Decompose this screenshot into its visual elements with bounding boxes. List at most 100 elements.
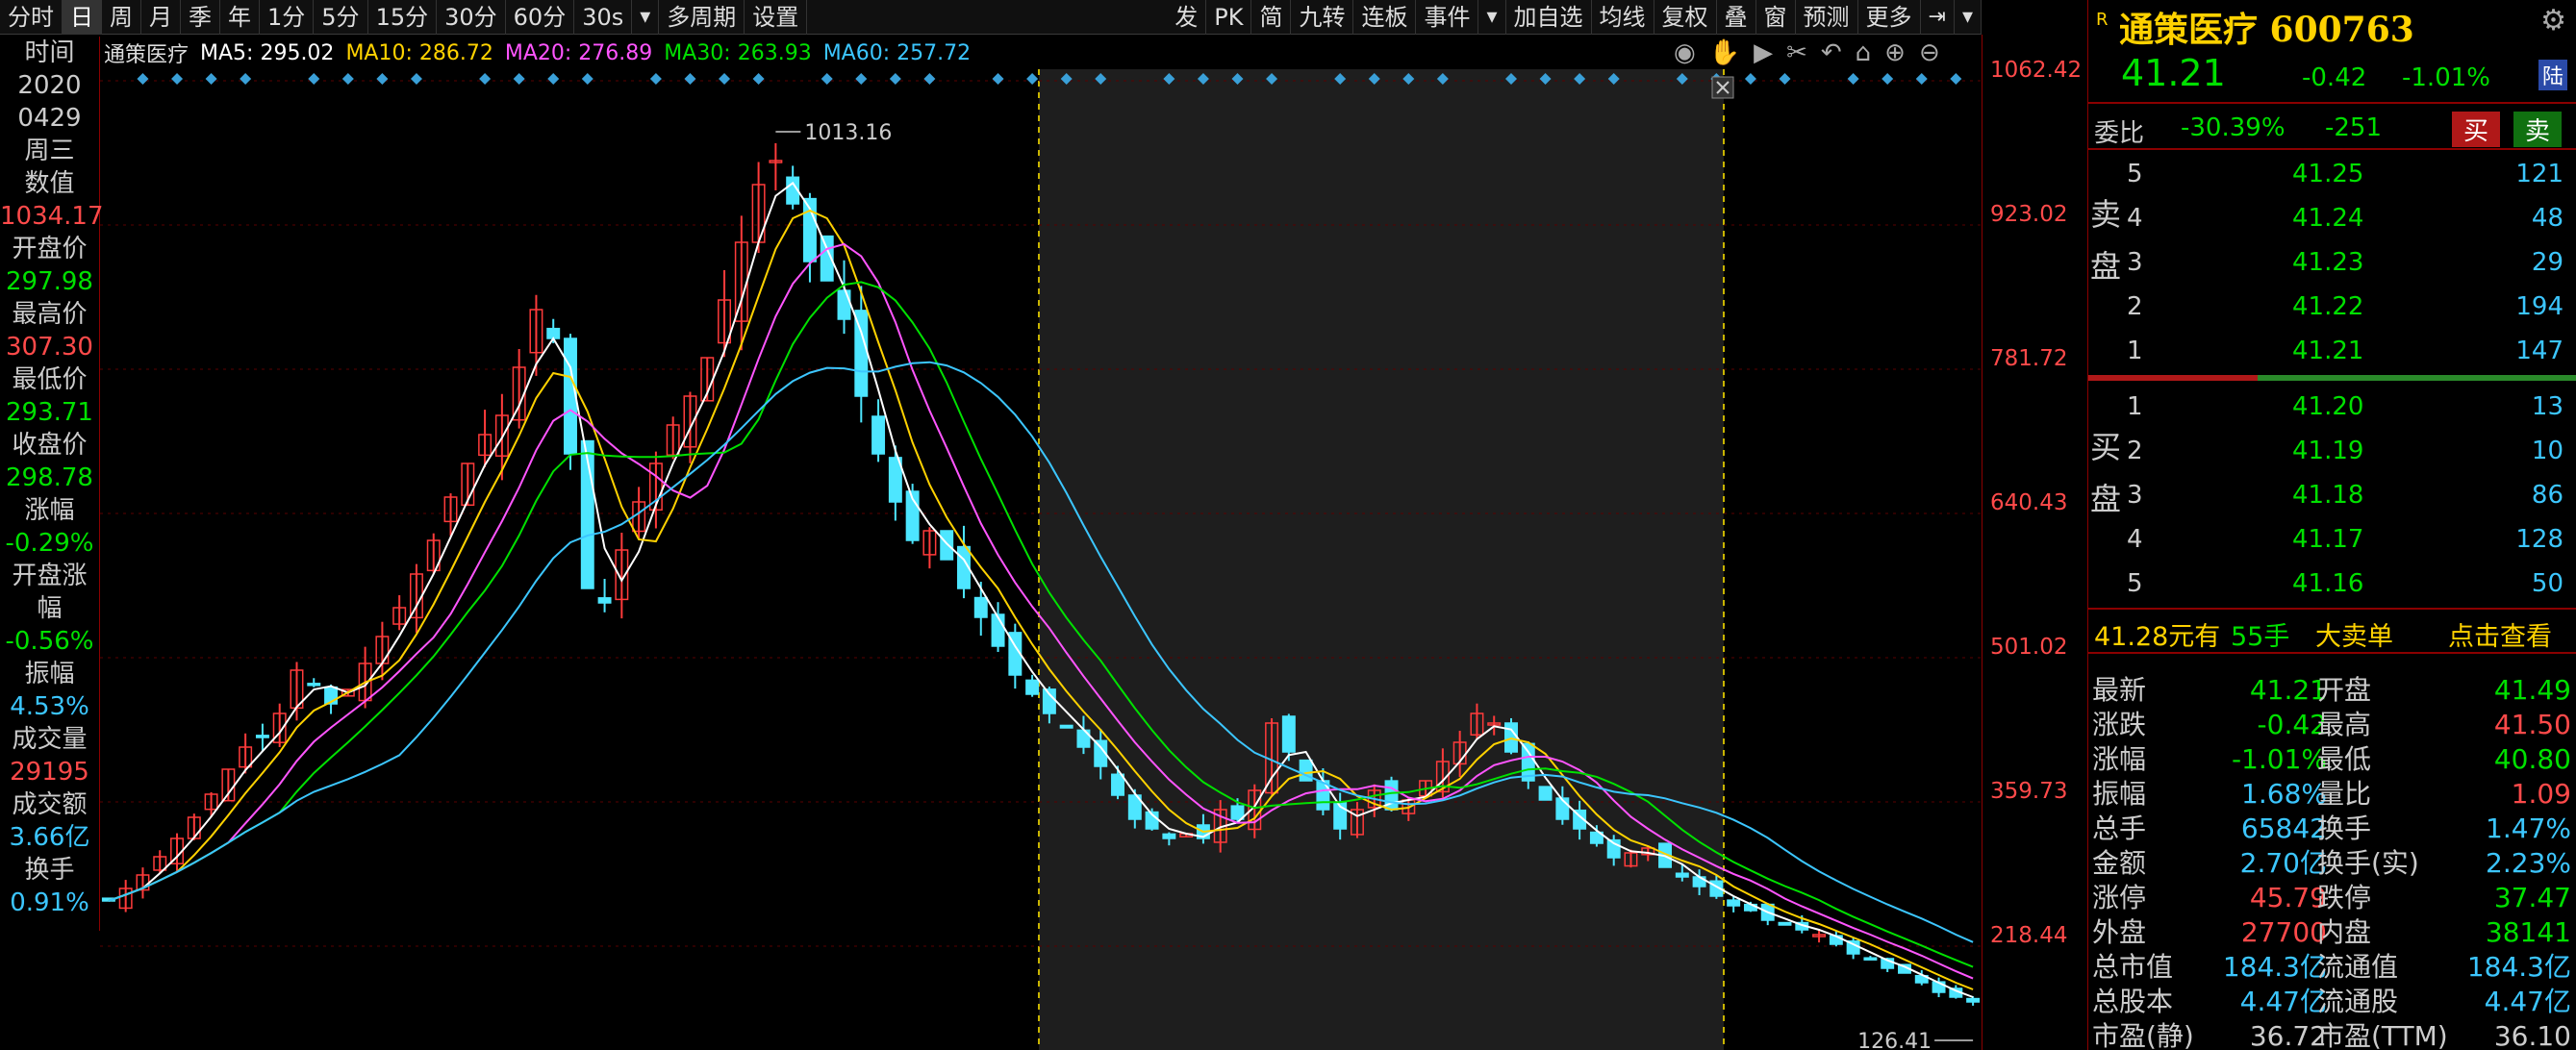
- event-diamond-icon: [547, 73, 560, 85]
- level-price: 41.25: [2292, 160, 2364, 188]
- candle-body: [1059, 724, 1073, 729]
- ask-row[interactable]: 1 41.21 147: [2127, 327, 2576, 375]
- quote-panel: R 通策医疗 600763 ⚙ 41.21 -0.42 -1.01% 陆 委比 …: [2087, 0, 2576, 1050]
- y-tick-label: 501.02: [1990, 635, 2068, 660]
- toolbar-item[interactable]: 事件: [1416, 0, 1479, 35]
- stat-label: 流通值: [2317, 951, 2399, 983]
- level-number: 1: [2127, 392, 2143, 421]
- stats-row: 总手 65842 换手 1.47%: [2088, 812, 2576, 846]
- toolbar-item[interactable]: 叠: [1717, 0, 1756, 35]
- ma20-label: MA20: 276.89: [504, 40, 653, 65]
- eye-icon[interactable]: ◉: [1674, 38, 1696, 67]
- period-tab[interactable]: 日: [63, 0, 102, 35]
- event-diamond-icon: [240, 73, 252, 85]
- event-diamond-icon: [171, 73, 184, 85]
- period-tab[interactable]: 年: [220, 0, 260, 35]
- toolbar-item[interactable]: 简: [1251, 0, 1292, 35]
- period-tab[interactable]: 15分: [368, 0, 438, 35]
- lock-icon[interactable]: ⌂: [1856, 38, 1872, 67]
- candle-body: [1727, 899, 1741, 907]
- stats-row: 涨幅 -1.01% 最低 40.80: [2088, 742, 2576, 777]
- stat-value: 2.70亿: [2239, 847, 2327, 879]
- toolbar-item[interactable]: 更多: [1858, 0, 1921, 35]
- level-volume: 10: [2531, 437, 2563, 465]
- toolbar-item[interactable]: 预测: [1796, 0, 1858, 35]
- sell-button[interactable]: 卖: [2513, 112, 2563, 147]
- stats-row: 总市值 184.3亿 流通值 184.3亿: [2088, 950, 2576, 985]
- chevron-down-icon[interactable]: ▾: [1478, 0, 1506, 35]
- info-label: 开盘价: [12, 235, 88, 263]
- period-tab[interactable]: 30分: [437, 0, 506, 35]
- undo-icon[interactable]: ↶: [1821, 38, 1842, 67]
- bid-row[interactable]: 1 41.20 13: [2127, 383, 2576, 431]
- stat-label: 量比: [2317, 778, 2372, 810]
- ask-row[interactable]: 2 41.22 194: [2127, 283, 2576, 331]
- level-volume: 86: [2531, 481, 2563, 510]
- candle-body: [1111, 773, 1124, 796]
- level-volume: 147: [2515, 337, 2563, 365]
- zoom-out-icon[interactable]: ⊖: [1919, 38, 1940, 67]
- ma10-label: MA10: 286.72: [345, 40, 493, 65]
- toolbar-item[interactable]: 均线: [1592, 0, 1654, 35]
- bid-row[interactable]: 5 41.16 50: [2127, 560, 2576, 608]
- ask-row[interactable]: 4 41.24 48: [2127, 194, 2576, 242]
- bid-book: 买盘 1 41.20 13 2 41.19 10 3 41.18 86 4 41.17 128 5 41.1…: [2088, 383, 2576, 604]
- period-tab[interactable]: 多周期: [659, 0, 745, 35]
- period-tab[interactable]: 季: [181, 0, 220, 35]
- period-tab[interactable]: 分时: [0, 0, 63, 35]
- period-tab[interactable]: 30s: [574, 0, 633, 35]
- period-tab[interactable]: 设置: [745, 0, 808, 35]
- stat-label: 振幅: [2092, 778, 2147, 810]
- level-number: 5: [2127, 569, 2143, 598]
- bid-row[interactable]: 2 41.19 10: [2127, 427, 2576, 475]
- toolbar-item[interactable]: PK: [1206, 0, 1252, 35]
- stats-row: 总股本 4.47亿 流通股 4.47亿: [2088, 985, 2576, 1019]
- zoom-in-icon[interactable]: ⊕: [1884, 38, 1906, 67]
- event-diamond-icon: [1026, 73, 1039, 85]
- ask-row[interactable]: 3 41.23 29: [2127, 238, 2576, 287]
- wb-value: -251: [2325, 113, 2383, 142]
- info-label: 收盘价: [12, 431, 88, 460]
- toolbar-item[interactable]: 加自选: [1506, 0, 1592, 35]
- toolbar-item[interactable]: 连板: [1353, 0, 1417, 35]
- bid-row[interactable]: 3 41.18 86: [2127, 471, 2576, 519]
- event-diamond-icon: [1779, 73, 1791, 85]
- candle-body: [1281, 715, 1296, 753]
- event-diamond-icon: [1847, 73, 1859, 85]
- play-icon[interactable]: ▶: [1754, 38, 1773, 67]
- stat-value: 2.23%: [2486, 847, 2571, 879]
- period-tab[interactable]: 月: [141, 0, 181, 35]
- event-diamond-icon: [752, 73, 765, 85]
- period-tab[interactable]: 1分: [260, 0, 315, 35]
- buy-button[interactable]: 买: [2452, 112, 2501, 147]
- expand-icon[interactable]: ⇥: [1921, 0, 1955, 35]
- hand-icon[interactable]: ✋: [1709, 38, 1740, 67]
- period-tab[interactable]: 60分: [506, 0, 575, 35]
- period-tab[interactable]: 周: [102, 0, 141, 35]
- event-diamond-icon: [341, 73, 354, 85]
- gear-icon[interactable]: ⚙: [2540, 4, 2566, 38]
- candle-body: [1675, 872, 1689, 878]
- level-number: 4: [2127, 525, 2143, 554]
- period-tab[interactable]: 5分: [314, 0, 368, 35]
- event-diamond-icon: [376, 73, 389, 85]
- info-label: 成交额: [12, 790, 88, 819]
- y-tick-label: 640.43: [1990, 490, 2068, 515]
- bid-row[interactable]: 4 41.17 128: [2127, 515, 2576, 563]
- chevron-down-icon[interactable]: ▾: [632, 0, 660, 35]
- event-diamond-icon: [889, 73, 901, 85]
- scissors-icon[interactable]: ✂: [1786, 38, 1807, 67]
- crosshair-info-panel: 时间 2020 0429 周三 数值 1034.17 开盘价 297.98 最高价 307.30 最…: [0, 37, 104, 931]
- chevron-down-icon[interactable]: ▾: [1955, 0, 1982, 35]
- big-order-row: 41.28元有 55手 大卖单 点击查看: [2088, 615, 2576, 653]
- info-value: 297.98: [6, 267, 93, 296]
- big-order-link[interactable]: 点击查看: [2448, 615, 2552, 653]
- toolbar-item[interactable]: 复权: [1654, 0, 1717, 35]
- toolbar-item[interactable]: 九转: [1291, 0, 1354, 35]
- toolbar-item[interactable]: 发: [1167, 0, 1207, 35]
- event-diamond-icon: [581, 73, 593, 85]
- kline-chart[interactable]: 1013.16 126.41: [100, 69, 1982, 1050]
- selection-shade: [1039, 69, 1724, 1050]
- toolbar-item[interactable]: 窗: [1756, 0, 1796, 35]
- ask-row[interactable]: 5 41.25 121: [2127, 150, 2576, 198]
